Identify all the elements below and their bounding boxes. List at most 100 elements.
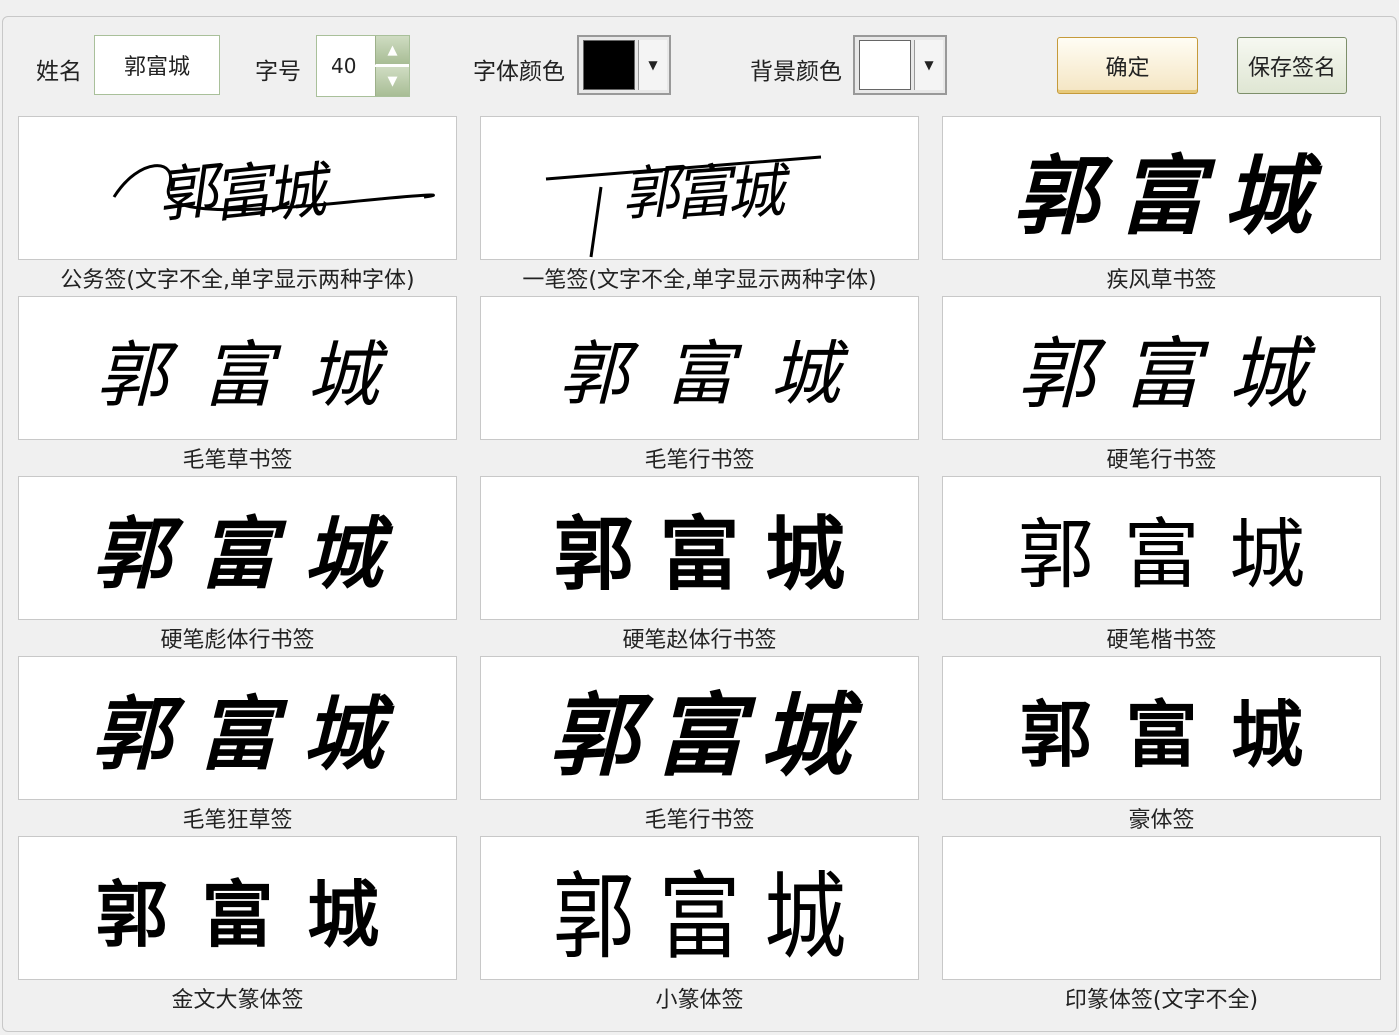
signature-preview[interactable]: 郭富城 bbox=[480, 476, 919, 620]
font-color-picker[interactable]: ▼ bbox=[577, 35, 671, 95]
signature-char: 富 bbox=[664, 332, 735, 415]
signature-char: 富 bbox=[658, 862, 741, 972]
signature-preview[interactable]: 郭富城 bbox=[480, 116, 919, 260]
signature-caption: 疾风草书签 bbox=[1106, 268, 1217, 293]
signature-caption: 公务签(文字不全,单字显示两种字体) bbox=[60, 268, 415, 293]
signature-text: 郭富城 bbox=[19, 477, 456, 619]
signature-preview[interactable]: 郭富城 bbox=[18, 296, 457, 440]
signature-caption: 毛笔行书签 bbox=[644, 448, 755, 473]
signature-text: 郭富城 bbox=[943, 657, 1380, 799]
signature-char: 城 bbox=[760, 683, 851, 789]
signature-caption: 一笔签(文字不全,单字显示两种字体) bbox=[522, 268, 877, 293]
signature-char: 富 bbox=[659, 507, 740, 601]
signature-char: 富 bbox=[1118, 145, 1205, 247]
bg-color-swatch bbox=[859, 40, 911, 90]
signature-text: 郭富城 bbox=[943, 117, 1380, 259]
signature-text: 郭富城 bbox=[19, 297, 456, 439]
chevron-down-icon: ▼ bbox=[387, 74, 398, 89]
signature-caption: 硬笔行书签 bbox=[1106, 448, 1217, 473]
signature-char: 城 bbox=[304, 509, 383, 600]
signature-text: 郭富城 bbox=[943, 477, 1380, 619]
signature-char: 郭 bbox=[92, 509, 171, 600]
chevron-up-icon: ▲ bbox=[387, 42, 398, 58]
signature-char: 城 bbox=[303, 687, 384, 781]
font-color-dropdown-button[interactable]: ▼ bbox=[638, 40, 667, 90]
signature-char: 城 bbox=[765, 507, 846, 601]
size-value[interactable]: 40 bbox=[331, 54, 356, 78]
flourish-stroke bbox=[112, 164, 435, 212]
confirm-button[interactable]: 确定 bbox=[1057, 37, 1198, 94]
signature-preview[interactable]: 郭富城 bbox=[480, 836, 919, 980]
signature-caption: 毛笔狂草签 bbox=[182, 808, 293, 833]
size-stepper[interactable]: 40 ▲ ▼ bbox=[316, 35, 410, 97]
signature-caption: 小篆体签 bbox=[655, 988, 744, 1013]
dropdown-arrow-icon: ▼ bbox=[924, 58, 934, 72]
signature-preview[interactable]: 郭富城 bbox=[18, 476, 457, 620]
signature-char: 富 bbox=[201, 332, 274, 417]
bg-color-label: 背景颜色 bbox=[750, 59, 842, 85]
signature-preview[interactable]: 郭富城 bbox=[942, 656, 1381, 800]
font-color-swatch bbox=[583, 40, 635, 90]
size-label: 字号 bbox=[255, 59, 301, 85]
signature-text: 郭富城 bbox=[481, 657, 918, 799]
signature-preview[interactable] bbox=[942, 836, 1381, 980]
toolbar: 姓名 郭富城 字号 40 ▲ ▼ 字体颜色 ▼ 背景颜色 ▼ 确定 保存签名 bbox=[0, 0, 1399, 110]
signature-char: 富 bbox=[198, 509, 277, 600]
signature-preview[interactable]: 郭富城 bbox=[18, 836, 457, 980]
signature-char: 郭 bbox=[548, 683, 639, 789]
signature-char: 富 bbox=[654, 683, 745, 789]
signature-char: 郭 bbox=[1019, 692, 1092, 777]
signature-char: 郭 bbox=[552, 862, 635, 972]
signature-caption: 硬笔彪体行书签 bbox=[160, 628, 315, 653]
signature-char: 城 bbox=[1224, 145, 1311, 247]
signature-caption: 豪体签 bbox=[1128, 808, 1195, 833]
signature-char: 城 bbox=[307, 872, 380, 957]
signature-text: 郭富城 bbox=[943, 297, 1380, 439]
signature-char: 城 bbox=[1228, 330, 1307, 420]
signature-preview[interactable]: 郭富城 bbox=[18, 656, 457, 800]
signature-char: 城 bbox=[1231, 692, 1304, 777]
signature-char: 郭 bbox=[91, 687, 172, 781]
flourish-stroke bbox=[545, 155, 822, 258]
name-input[interactable]: 郭富城 bbox=[94, 35, 220, 95]
dropdown-arrow-icon: ▼ bbox=[648, 58, 658, 72]
name-label: 姓名 bbox=[36, 59, 82, 85]
signature-preview[interactable]: 郭富城 bbox=[942, 476, 1381, 620]
signature-char: 城 bbox=[770, 332, 841, 415]
decrement-button[interactable]: ▼ bbox=[375, 67, 409, 96]
signature-char: 郭 bbox=[553, 507, 634, 601]
signature-preview[interactable]: 郭富城 bbox=[18, 116, 457, 260]
signature-caption: 印篆体签(文字不全) bbox=[1064, 988, 1259, 1013]
save-signature-button[interactable]: 保存签名 bbox=[1237, 37, 1347, 94]
signature-char: 郭 bbox=[558, 332, 629, 415]
increment-button[interactable]: ▲ bbox=[375, 36, 409, 65]
signature-caption: 金文大篆体签 bbox=[171, 988, 304, 1013]
signature-char: 城 bbox=[764, 862, 847, 972]
bg-color-dropdown-button[interactable]: ▼ bbox=[914, 40, 943, 90]
signature-caption: 硬笔楷书签 bbox=[1106, 628, 1217, 653]
signature-char: 郭 bbox=[1017, 510, 1094, 599]
signature-char: 富 bbox=[1123, 510, 1200, 599]
font-color-label: 字体颜色 bbox=[473, 59, 565, 85]
signature-text: 郭富城 bbox=[19, 837, 456, 979]
signature-preview[interactable]: 郭富城 bbox=[942, 116, 1381, 260]
signature-char: 郭 bbox=[95, 872, 168, 957]
signature-preview[interactable]: 郭富城 bbox=[942, 296, 1381, 440]
signature-text: 郭富城 bbox=[19, 657, 456, 799]
signature-char: 郭 bbox=[95, 332, 168, 417]
signature-preview[interactable]: 郭富城 bbox=[480, 656, 919, 800]
signature-preview[interactable]: 郭富城 bbox=[480, 296, 919, 440]
signature-caption: 毛笔草书签 bbox=[182, 448, 293, 473]
bg-color-picker[interactable]: ▼ bbox=[853, 35, 947, 95]
signature-char: 富 bbox=[201, 872, 274, 957]
signature-char: 富 bbox=[1125, 692, 1198, 777]
signature-char: 城 bbox=[307, 332, 380, 417]
signature-text bbox=[943, 837, 1380, 979]
signature-text: 郭富城 bbox=[481, 477, 918, 619]
signature-caption: 毛笔行书签 bbox=[644, 808, 755, 833]
signature-char: 富 bbox=[1122, 330, 1201, 420]
signature-char: 郭 bbox=[1012, 145, 1099, 247]
signature-char: 富 bbox=[197, 687, 278, 781]
signature-char: 郭 bbox=[1016, 330, 1095, 420]
signature-caption: 硬笔赵体行书签 bbox=[622, 628, 777, 653]
